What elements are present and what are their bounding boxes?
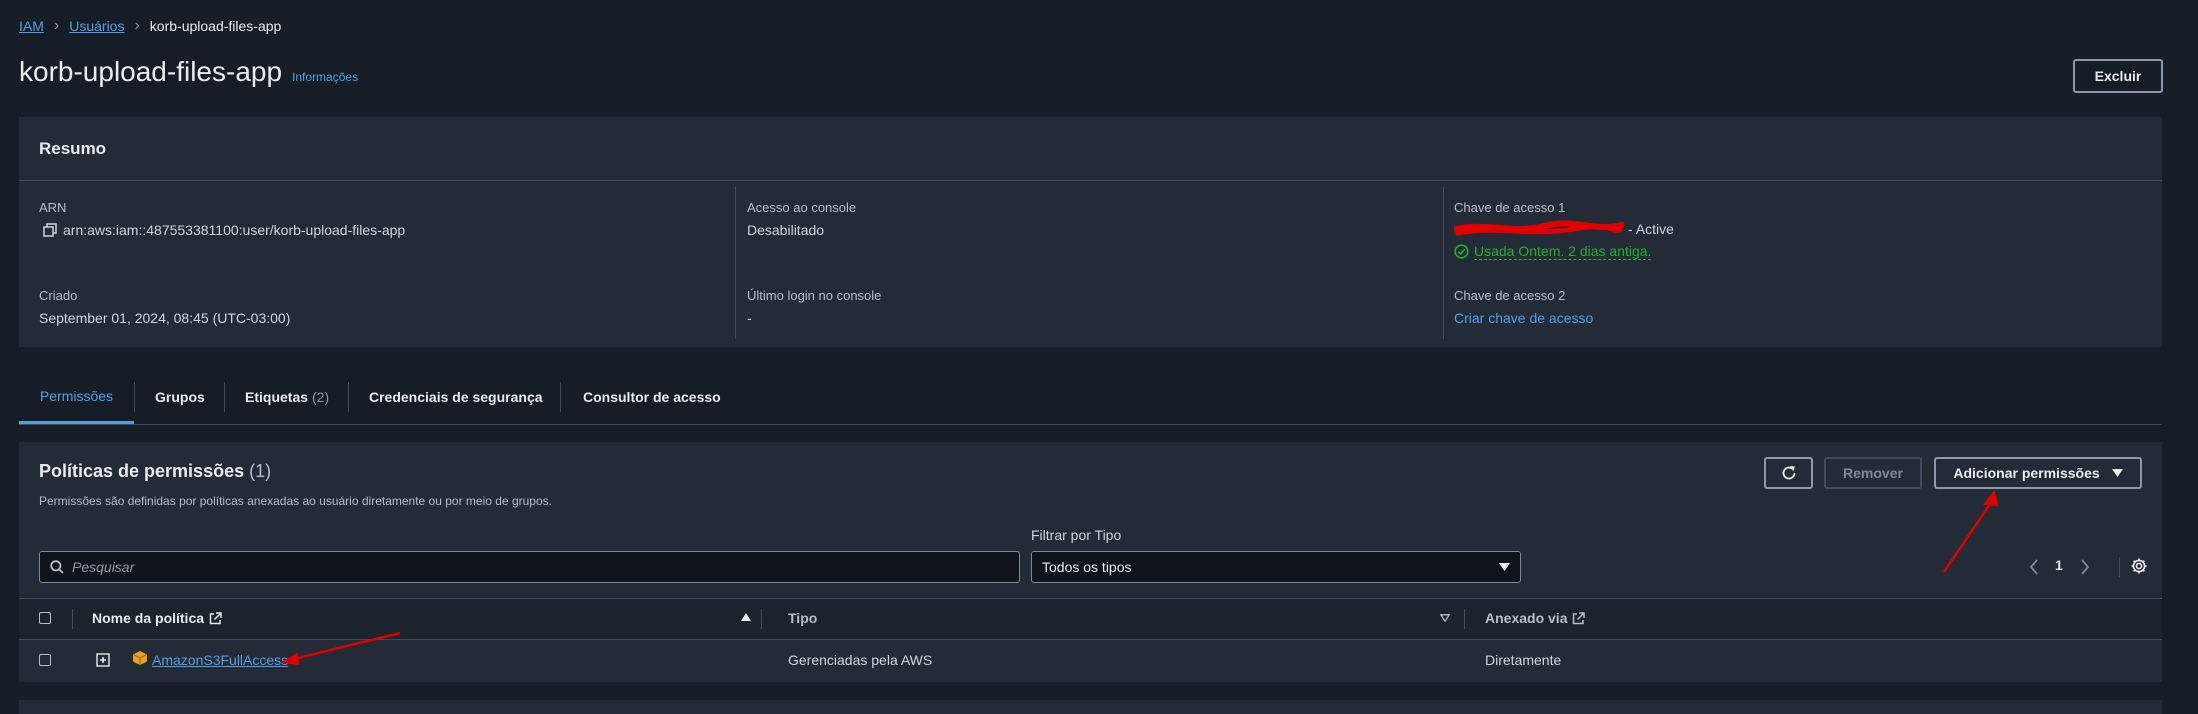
- annotation-arrow-add-permissions: [1942, 489, 1999, 573]
- annotation-arrow-policy: [281, 631, 401, 666]
- annotation-arrows: [281, 489, 1999, 666]
